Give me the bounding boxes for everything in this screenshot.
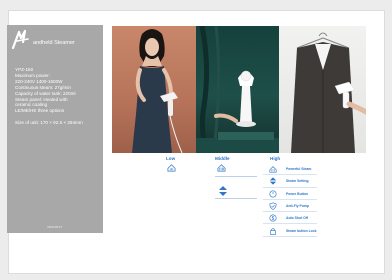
feature-steam-setting: Steam Setting: [257, 175, 317, 188]
feature-powerful-steam: Powerful Steam: [257, 163, 317, 176]
level-divider: [215, 198, 257, 199]
shield-icon: [269, 202, 277, 211]
feature-label: Steam button Lock: [286, 228, 317, 233]
photo-jacket-steaming: [279, 26, 366, 153]
feature-label: Anti-Fly Pump: [286, 204, 309, 209]
up-down-icon: [269, 177, 277, 186]
feature-label: Powerful Steam: [286, 167, 312, 172]
steam-icon: [269, 166, 277, 173]
feature-auto-shut-off: Auto Shut Off: [257, 212, 317, 225]
spec-list: YPZ-150 Maximum power: 220-240V 1400-160…: [15, 67, 101, 126]
dollar-circle-icon: [269, 214, 277, 222]
power-icon: [269, 190, 277, 198]
feature-list: Powerful Steam Steam Setting Power Butto…: [257, 163, 317, 238]
feature-label: Auto Shut Off: [286, 216, 309, 221]
photo-strip: [112, 26, 366, 153]
feature-anti-fly-pump: Anti-Fly Pump: [257, 200, 317, 213]
spec-sidebar: andheld Steamer YPZ-150 Maximum power: 2…: [7, 25, 103, 233]
feature-steam-button-lock: Steam button Lock: [257, 224, 317, 238]
steam-levels-panel: Low Middle High Powerful Steam Steam Set…: [112, 156, 366, 238]
brand-logo: [11, 29, 29, 50]
steam-low-icon: [167, 164, 176, 172]
sidebar-footer: MINIMIST: [47, 225, 63, 229]
level-low-label: Low: [166, 156, 176, 161]
level-middle-label: Middle: [215, 156, 230, 161]
photo-steamer-on-stand: [196, 26, 279, 153]
feature-label: Steam Setting: [286, 179, 309, 184]
steam-middle-icon: [217, 164, 226, 172]
photo-woman-steaming: [112, 26, 196, 153]
up-down-arrow-icon: [219, 186, 227, 196]
feature-power-button: Power Button: [257, 188, 317, 201]
feature-label: Power Button: [286, 191, 309, 196]
level-high-label: High: [270, 156, 281, 161]
level-divider: [215, 176, 257, 177]
spec-size: Size of unit: 170 × 92.5 × 264mm: [15, 120, 83, 126]
lock-icon: [270, 227, 276, 235]
brand-name: andheld Steamer: [33, 40, 75, 46]
